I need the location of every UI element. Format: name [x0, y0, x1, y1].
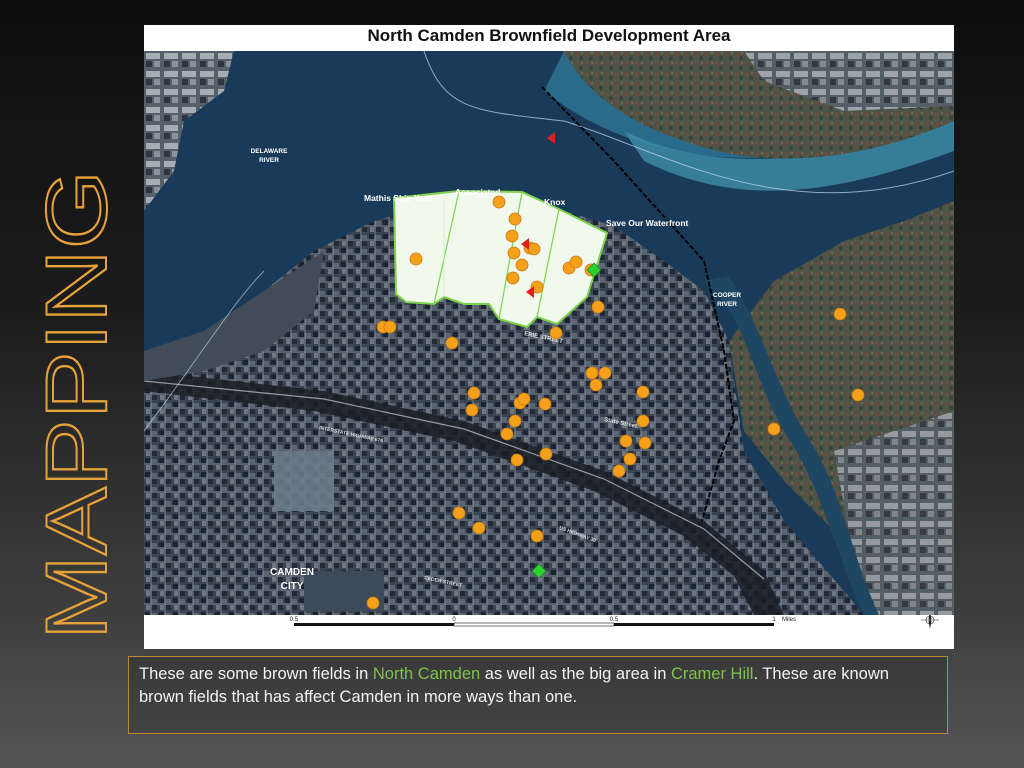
brownfield-site-marker	[767, 422, 781, 436]
brownfield-site-marker	[508, 212, 522, 226]
slide-side-title: MAPPING	[0, 0, 130, 768]
brownfield-site-marker	[619, 434, 633, 448]
scale-tick-3: 1	[772, 617, 776, 623]
north-arrow-icon	[921, 615, 939, 629]
brownfield-site-marker	[515, 258, 529, 272]
map-frame: North Camden Brownfield Development Area	[144, 25, 954, 649]
brownfield-site-marker	[549, 326, 563, 340]
scale-bar: 0.5 0 0.5 1 Miles	[290, 615, 939, 629]
brownfield-site-marker	[598, 366, 612, 380]
caption-highlight-cramer-hill: Cramer Hill	[670, 665, 754, 683]
map-title: North Camden Brownfield Development Area	[367, 26, 731, 45]
side-title-text: MAPPING	[29, 170, 125, 640]
brownfield-site-marker	[527, 242, 541, 256]
brownfield-site-marker	[505, 229, 519, 243]
delaware-river-label-2: RIVER	[259, 157, 279, 164]
brownfield-site-marker	[506, 271, 520, 285]
brownfield-site-marker	[492, 195, 506, 209]
brownfield-site-marker	[539, 447, 553, 461]
scale-unit: Miles	[782, 617, 796, 623]
brownfield-site-marker	[833, 307, 847, 321]
associated-label: Associated	[455, 187, 500, 197]
brownfield-site-marker	[636, 385, 650, 399]
brownfield-site-marker	[591, 300, 605, 314]
mathis-label: Mathis Ship Yard	[364, 193, 432, 203]
save-waterfront-label: Save Our Waterfront	[606, 218, 689, 228]
brownfield-site-marker	[452, 506, 466, 520]
brownfield-site-marker	[636, 414, 650, 428]
brownfield-site-marker	[538, 397, 552, 411]
brownfield-site-marker	[465, 403, 479, 417]
brownfield-site-marker	[467, 386, 481, 400]
cooper-river-label: COOPER	[713, 292, 741, 299]
brownfield-site-marker	[517, 392, 531, 406]
caption-text-1: These are some brown fields in	[139, 665, 373, 683]
delaware-river-label: DELAWARE	[251, 148, 289, 155]
brownfield-site-marker	[366, 596, 380, 610]
camden-label: CAMDEN	[270, 567, 314, 578]
brownfield-site-marker	[510, 453, 524, 467]
brownfield-site-marker	[638, 436, 652, 450]
brownfield-site-marker	[507, 246, 521, 260]
caption-highlight-north-camden: North Camden	[372, 665, 481, 683]
brownfield-site-marker	[612, 464, 626, 478]
aerial-map: DELAWARE RIVER COOPER RIVER Mathis Ship …	[144, 51, 954, 615]
caption-text-2: as well as the big area in	[480, 665, 671, 683]
brownfield-site-marker	[508, 414, 522, 428]
brownfield-site-marker	[530, 529, 544, 543]
cooper-river-label-2: RIVER	[717, 301, 737, 308]
knox-label: Knox	[544, 197, 566, 207]
brownfield-site-marker	[589, 378, 603, 392]
camden-label-2: CITY	[281, 581, 304, 592]
brownfield-site-marker	[472, 521, 486, 535]
brownfield-site-marker	[569, 255, 583, 269]
brownfield-site-marker	[445, 336, 459, 350]
caption-box: These are some brown fields in North Cam…	[128, 656, 948, 734]
scale-tick-2: 0.5	[610, 617, 619, 623]
brownfield-site-marker	[585, 366, 599, 380]
brownfield-site-marker	[851, 388, 865, 402]
brownfield-site-marker	[383, 320, 397, 334]
scale-tick-1: 0	[452, 617, 456, 623]
brownfield-site-marker	[409, 252, 423, 266]
brownfield-site-marker	[500, 427, 514, 441]
brownfield-site-marker	[623, 452, 637, 466]
scale-tick-0: 0.5	[290, 617, 299, 623]
